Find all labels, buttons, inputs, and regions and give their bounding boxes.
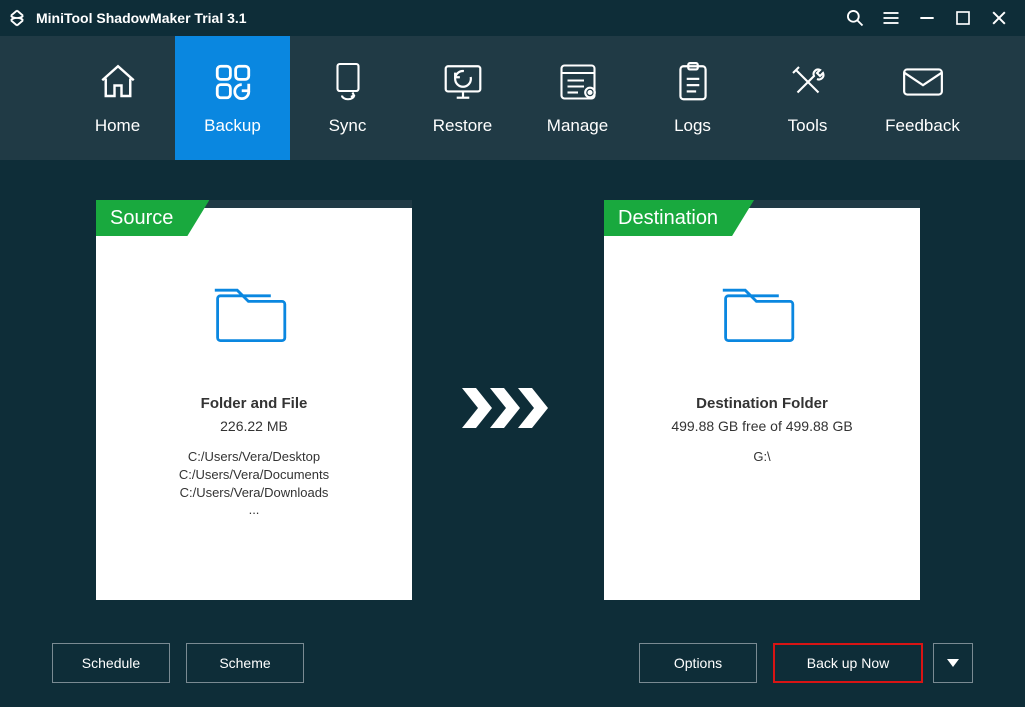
manage-icon: [557, 60, 599, 104]
source-card[interactable]: Source Folder and File 226.22 MB C:/User…: [96, 200, 412, 600]
backup-dropdown-button[interactable]: [933, 643, 973, 683]
nav-backup[interactable]: Backup: [175, 36, 290, 160]
app-title: MiniTool ShadowMaker Trial 3.1: [36, 10, 837, 26]
search-icon[interactable]: [837, 0, 873, 36]
app-logo-icon: [6, 7, 28, 29]
destination-card[interactable]: Destination Destination Folder 499.88 GB…: [604, 200, 920, 600]
nav-sync-label: Sync: [329, 116, 367, 136]
nav-feedback[interactable]: Feedback: [865, 36, 980, 160]
backup-now-button[interactable]: Back up Now: [773, 643, 923, 683]
tools-icon: [787, 60, 829, 104]
nav-backup-label: Backup: [204, 116, 261, 136]
nav-restore-label: Restore: [433, 116, 493, 136]
nav-feedback-label: Feedback: [885, 116, 960, 136]
backup-icon: [212, 60, 254, 104]
nav-manage-label: Manage: [547, 116, 608, 136]
logs-icon: [674, 60, 712, 104]
source-more: ...: [249, 502, 260, 517]
schedule-button[interactable]: Schedule: [52, 643, 170, 683]
nav-logs-label: Logs: [674, 116, 711, 136]
nav-restore[interactable]: Restore: [405, 36, 520, 160]
sync-icon: [329, 60, 367, 104]
source-path-2: C:/Users/Vera/Downloads: [179, 484, 329, 502]
nav-tools[interactable]: Tools: [750, 36, 865, 160]
options-button[interactable]: Options: [639, 643, 757, 683]
arrow-icon: [462, 388, 554, 428]
scheme-button[interactable]: Scheme: [186, 643, 304, 683]
footer-bar: Schedule Scheme Options Back up Now: [0, 619, 1025, 707]
feedback-icon: [901, 60, 945, 104]
nav-home[interactable]: Home: [60, 36, 175, 160]
source-size: 226.22 MB: [220, 418, 288, 434]
nav-home-label: Home: [95, 116, 140, 136]
destination-path: G:\: [753, 448, 770, 466]
nav-sync[interactable]: Sync: [290, 36, 405, 160]
source-path-1: C:/Users/Vera/Documents: [179, 466, 329, 484]
folder-icon: [212, 278, 296, 355]
folder-icon: [720, 278, 804, 355]
nav-logs[interactable]: Logs: [635, 36, 750, 160]
destination-free-space: 499.88 GB free of 499.88 GB: [671, 418, 852, 434]
menu-icon[interactable]: [873, 0, 909, 36]
destination-banner: Destination: [604, 200, 754, 236]
titlebar: MiniTool ShadowMaker Trial 3.1: [0, 0, 1025, 36]
source-paths: C:/Users/Vera/Desktop C:/Users/Vera/Docu…: [179, 448, 329, 502]
nav-tools-label: Tools: [788, 116, 828, 136]
home-icon: [97, 60, 139, 104]
source-title: Folder and File: [201, 395, 308, 412]
close-button[interactable]: [981, 0, 1017, 36]
maximize-button[interactable]: [945, 0, 981, 36]
restore-icon: [441, 60, 485, 104]
main-navbar: Home Backup Sync Restore: [0, 36, 1025, 160]
destination-title: Destination Folder: [696, 395, 828, 412]
nav-manage[interactable]: Manage: [520, 36, 635, 160]
minimize-button[interactable]: [909, 0, 945, 36]
source-path-0: C:/Users/Vera/Desktop: [179, 448, 329, 466]
main-panel: Source Folder and File 226.22 MB C:/User…: [0, 160, 1025, 707]
